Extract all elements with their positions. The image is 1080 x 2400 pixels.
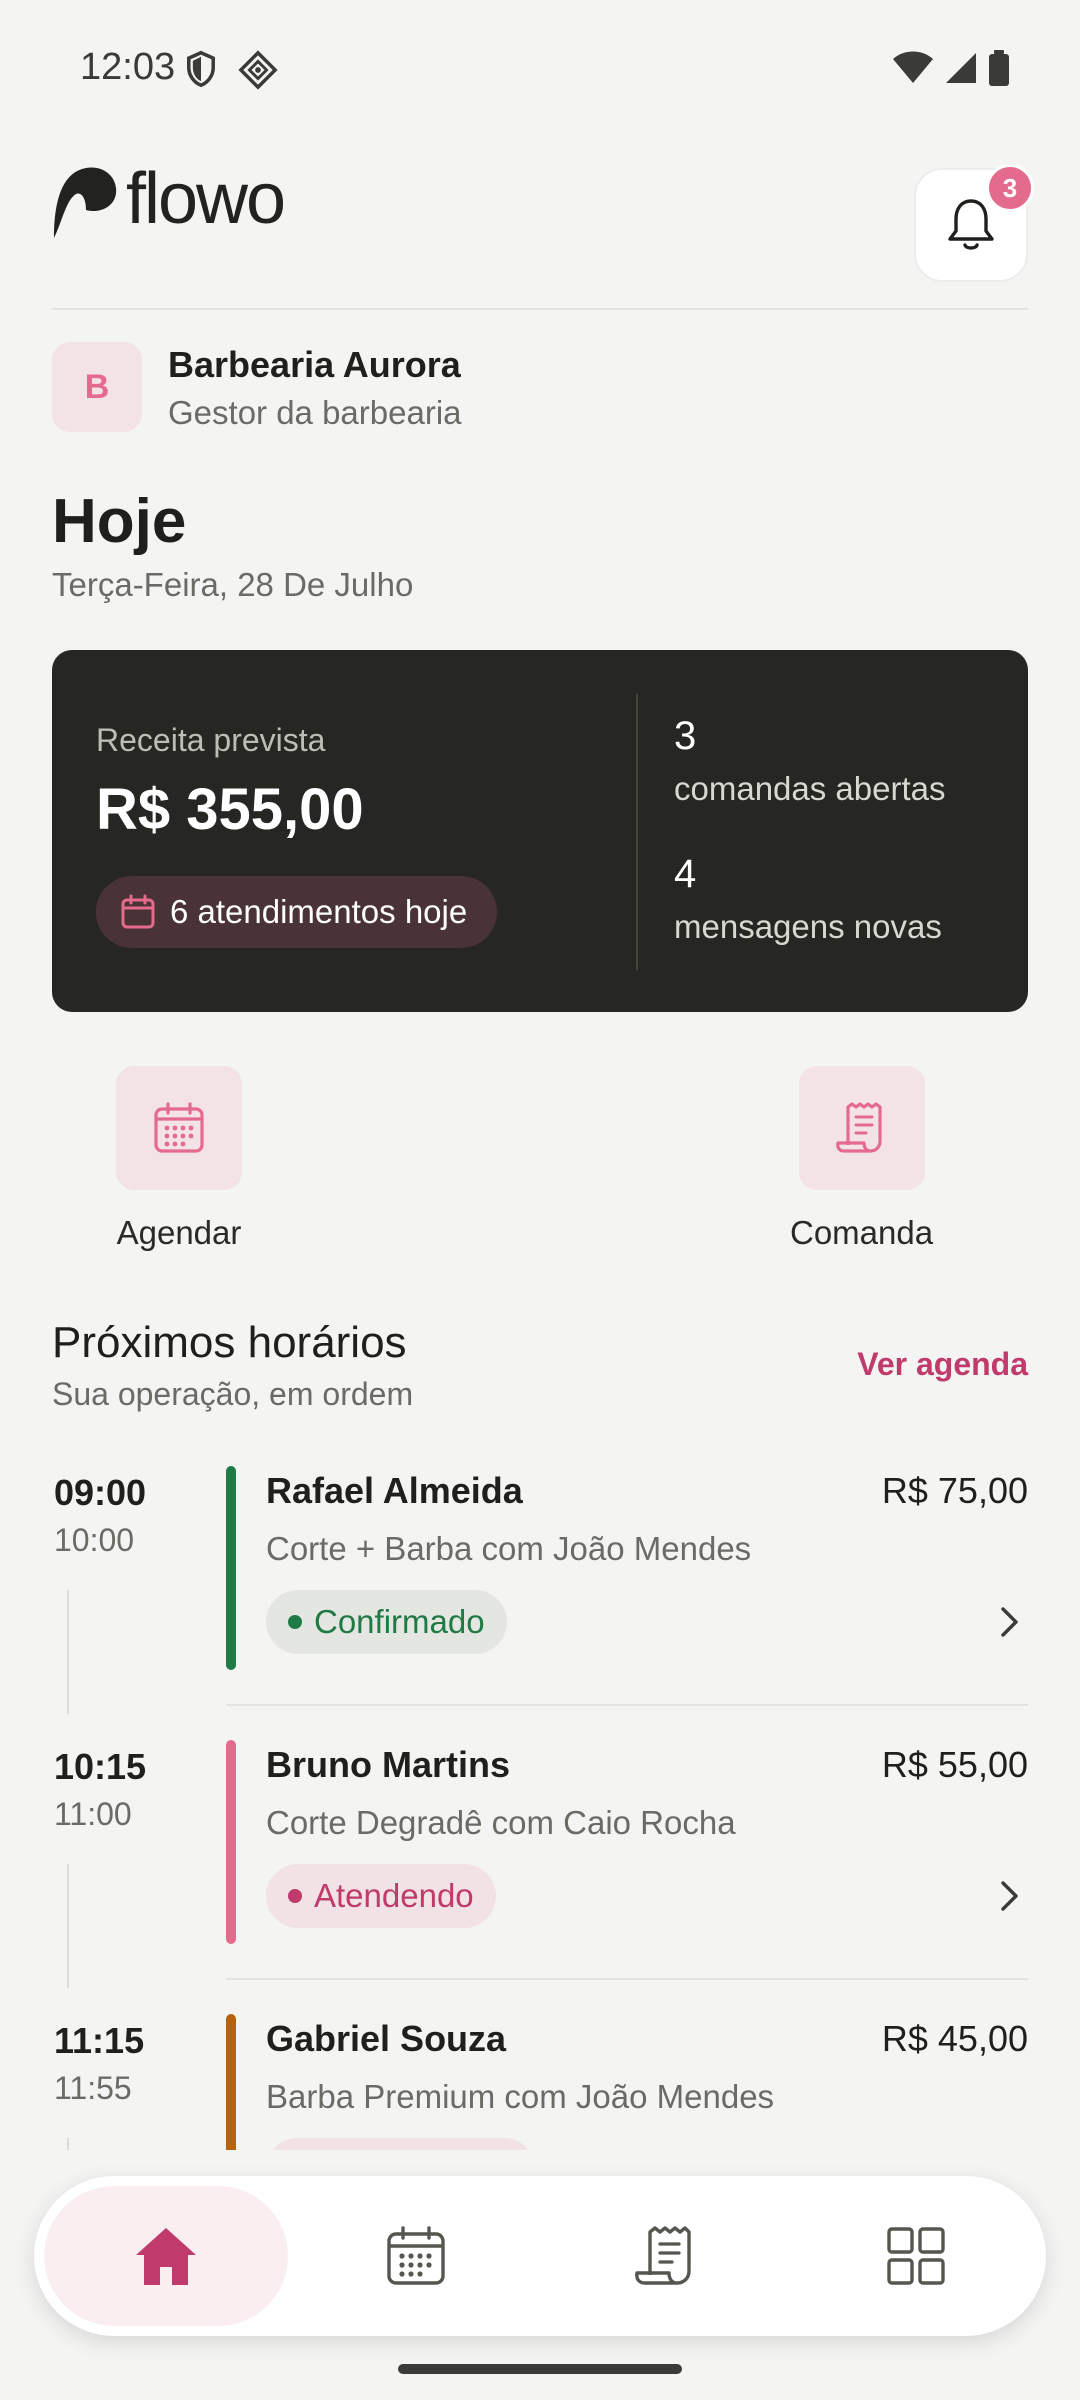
client-name: Gabriel Souza xyxy=(266,2018,507,2059)
bottom-nav xyxy=(34,2176,1046,2336)
business-role: Gestor da barbearia xyxy=(168,394,462,431)
signal-icon xyxy=(946,53,976,83)
card-divider xyxy=(636,694,638,970)
status-text: Atendendo xyxy=(314,1877,474,1914)
receipt-icon xyxy=(635,2226,691,2285)
revenue-label: Receita prevista xyxy=(96,722,326,758)
appointment-status-bar xyxy=(226,1740,236,1944)
appointments-today-pill: 6 atendimentos hoje xyxy=(96,876,498,948)
appointment-service: Barba Premium com João Mendes xyxy=(266,2078,775,2115)
bell-icon xyxy=(948,199,994,250)
home-indicator[interactable] xyxy=(398,2364,682,2374)
schedule-action[interactable]: Agendar xyxy=(116,1066,242,1252)
order-label: Comanda xyxy=(790,1214,934,1251)
status-badge xyxy=(266,2138,536,2150)
appointment-price: R$ 45,00 xyxy=(881,2018,1028,2059)
business-avatar: B xyxy=(52,342,142,432)
appointment-status-bar xyxy=(226,2014,236,2150)
chevron-right-icon[interactable] xyxy=(994,1604,1024,1640)
shield-icon xyxy=(187,50,215,88)
appointment-start-time: 10:15 xyxy=(54,1746,147,1787)
upcoming-title: Próximos horários xyxy=(52,1318,407,1367)
appointment-row[interactable]: 10:15 11:00 Bruno Martins R$ 55,00 Corte… xyxy=(0,1724,1080,1998)
open-orders-count: 3 xyxy=(674,714,697,758)
wifi-icon xyxy=(893,51,933,83)
appointments-today-text: 6 atendimentos hoje xyxy=(170,893,468,930)
nav-schedule[interactable] xyxy=(294,2186,538,2326)
row-divider xyxy=(226,1978,1028,1980)
client-name: Bruno Martins xyxy=(266,1744,511,1785)
view-schedule-link[interactable]: Ver agenda xyxy=(857,1346,1028,1383)
appointment-price: R$ 75,00 xyxy=(881,1470,1028,1511)
today-date: Terça-Feira, 28 De Julho xyxy=(52,566,414,603)
flowo-logo-icon xyxy=(54,167,117,238)
receipt-icon xyxy=(835,1102,882,1153)
grid-icon xyxy=(887,2227,945,2285)
appointment-service: Corte + Barba com João Mendes xyxy=(266,1530,752,1567)
notification-badge: 3 xyxy=(986,164,1034,212)
appointment-row[interactable]: 09:00 10:00 Rafael Almeida R$ 75,00 Cort… xyxy=(0,1450,1080,1724)
status-badge: Confirmado xyxy=(266,1590,507,1654)
chevron-right-icon[interactable] xyxy=(994,1878,1024,1914)
appointment-price: R$ 55,00 xyxy=(881,1744,1028,1785)
status-text: Confirmado xyxy=(314,1603,485,1640)
timeline-guide xyxy=(67,1864,69,1988)
summary-card: Receita prevista R$ 355,00 6 atendimento… xyxy=(52,650,1028,1012)
row-divider xyxy=(226,1704,1028,1706)
open-orders-label: comandas abertas xyxy=(674,770,946,807)
logo-text: flowo xyxy=(126,159,286,239)
nav-orders[interactable] xyxy=(544,2186,788,2326)
appointment-status-bar xyxy=(226,1466,236,1670)
schedule-tile[interactable] xyxy=(116,1066,242,1190)
revenue-value: R$ 355,00 xyxy=(96,777,364,842)
nav-home[interactable] xyxy=(44,2186,288,2326)
appointment-start-time: 11:15 xyxy=(54,2020,145,2061)
home-icon xyxy=(136,2228,196,2285)
appointment-end-time: 11:00 xyxy=(54,1796,132,1832)
status-dot xyxy=(288,1615,302,1629)
order-action[interactable]: Comanda xyxy=(790,1066,933,1252)
calendar-icon xyxy=(121,894,155,929)
page-title: Hoje xyxy=(52,487,187,556)
appointment-service: Corte Degradê com Caio Rocha xyxy=(266,1804,736,1841)
nav-more[interactable] xyxy=(794,2186,1038,2326)
battery-icon xyxy=(989,50,1009,86)
appointment-end-time: 10:00 xyxy=(54,1522,135,1558)
status-time: 12:03 xyxy=(80,46,176,88)
header-divider xyxy=(52,308,1028,310)
new-messages-count: 4 xyxy=(674,852,697,896)
calendar-grid-icon xyxy=(154,1102,204,1153)
appointment-end-time: 11:55 xyxy=(54,2070,132,2106)
new-messages-label: mensagens novas xyxy=(674,908,942,945)
status-bar: 12:03 xyxy=(0,0,1080,140)
appointment-row[interactable]: 11:15 11:55 Gabriel Souza R$ 45,00 Barba… xyxy=(0,1998,1080,2150)
appointment-start-time: 09:00 xyxy=(54,1472,147,1513)
calendar-icon xyxy=(387,2226,445,2285)
schedule-label: Agendar xyxy=(116,1214,242,1251)
timeline-guide xyxy=(67,2138,69,2150)
upcoming-subtitle: Sua operação, em ordem xyxy=(52,1376,414,1412)
appointments-list: 09:00 10:00 Rafael Almeida R$ 75,00 Cort… xyxy=(0,1450,1080,2150)
app-logo: flowo xyxy=(52,159,286,240)
timeline-guide xyxy=(67,1590,69,1714)
location-icon xyxy=(238,50,278,90)
status-badge: Atendendo xyxy=(266,1864,496,1928)
client-name: Rafael Almeida xyxy=(266,1470,523,1511)
status-dot xyxy=(288,1889,302,1903)
business-name: Barbearia Aurora xyxy=(168,344,461,385)
order-tile[interactable] xyxy=(798,1066,925,1190)
